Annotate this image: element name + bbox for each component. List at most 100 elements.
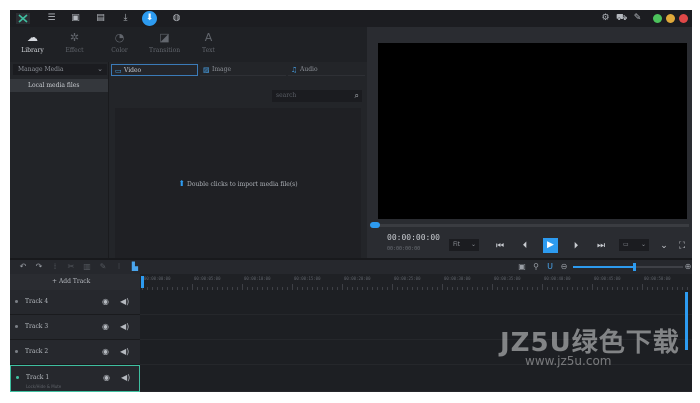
- search-placeholder: search: [276, 92, 297, 99]
- track-dot: [16, 376, 19, 379]
- undo-icon[interactable]: ↶: [18, 262, 28, 272]
- ruler-label: 00:00:45:00: [594, 276, 621, 281]
- ruler-label: 00:00:15:00: [294, 276, 321, 281]
- fullscreen-icon[interactable]: ⛶: [676, 240, 688, 252]
- track-lane-4[interactable]: [140, 290, 692, 315]
- upload-icon: ⬆: [178, 179, 186, 188]
- expand-icon[interactable]: ⌄: [658, 240, 670, 252]
- add-track-label: Add Track: [58, 278, 91, 285]
- add-track-button[interactable]: + Add Track: [52, 278, 90, 285]
- tab-effect[interactable]: ✲ Effect: [52, 27, 97, 62]
- split-icon[interactable]: ⁞: [50, 262, 60, 272]
- zoom-in-icon[interactable]: ⊕: [683, 262, 692, 272]
- zoom-out-icon[interactable]: ⊖: [559, 262, 569, 272]
- progress-handle[interactable]: [370, 222, 380, 228]
- search-icon[interactable]: ⌕: [355, 90, 359, 102]
- timeline-zoom-slider[interactable]: [573, 263, 683, 271]
- skip-to-start-icon[interactable]: ⏮: [494, 240, 506, 252]
- video-icon: ▭: [115, 67, 122, 75]
- minimize-button[interactable]: [653, 14, 662, 23]
- track-header-4[interactable]: Track 4 ◉ ◀): [10, 290, 140, 315]
- skip-to-end-icon[interactable]: ⏭: [595, 240, 607, 252]
- marker-icon[interactable]: ⚲: [531, 262, 541, 272]
- speaker-icon[interactable]: ◀): [121, 373, 130, 382]
- track-dot: [15, 300, 18, 303]
- color-icon: ◔: [114, 31, 125, 44]
- tools-icon[interactable]: ✎: [632, 13, 643, 24]
- total-timecode: 00:00:00:00: [387, 246, 421, 252]
- media-tab-image[interactable]: ▨ Image: [200, 64, 286, 76]
- eye-icon[interactable]: ◉: [102, 322, 109, 331]
- edit-icon[interactable]: ✎: [98, 262, 108, 272]
- play-button[interactable]: ▶: [543, 238, 558, 253]
- delete-icon[interactable]: ▥: [82, 262, 92, 272]
- image-icon: ▨: [203, 66, 210, 74]
- playhead[interactable]: [141, 276, 144, 288]
- snap-icon[interactable]: ▙: [130, 262, 140, 272]
- tab-transition[interactable]: ◪ Transition: [142, 27, 187, 62]
- close-button[interactable]: [679, 14, 688, 23]
- eye-icon[interactable]: ◉: [102, 297, 109, 306]
- tab-effect-label: Effect: [65, 47, 84, 54]
- tab-text[interactable]: A Text: [186, 27, 231, 62]
- ruler-label: 00:00:50:00: [644, 276, 671, 281]
- track-dot: [15, 325, 18, 328]
- download-icon[interactable]: ⤓: [120, 13, 131, 24]
- zoom-slider-handle[interactable]: [632, 263, 636, 271]
- speaker-icon[interactable]: ◀): [120, 297, 129, 306]
- media-drop-area[interactable]: ⬆ Double clicks to import media file(s): [115, 108, 361, 258]
- music-icon: ♫: [291, 66, 298, 74]
- gear-icon[interactable]: ⚙: [600, 13, 611, 24]
- chevron-down-icon: ⌄: [470, 241, 476, 248]
- export-icon[interactable]: ⬇: [142, 11, 157, 26]
- ruler-label: 00:00:05:00: [194, 276, 221, 281]
- speaker-icon[interactable]: ◀): [120, 347, 129, 356]
- magnet-icon[interactable]: U: [545, 262, 555, 272]
- speaker-icon[interactable]: ◀): [120, 322, 129, 331]
- ruler-label: 00:00:20:00: [344, 276, 371, 281]
- ruler-label: 00:00:10:00: [244, 276, 271, 281]
- search-input[interactable]: search ⌕: [272, 90, 362, 102]
- playback-progress-bar[interactable]: [370, 222, 689, 228]
- step-forward-icon[interactable]: ⏵: [570, 240, 582, 252]
- eye-icon[interactable]: ◉: [102, 347, 109, 356]
- tab-text-label: Text: [202, 47, 215, 54]
- track-header-2[interactable]: Track 2 ◉ ◀): [10, 340, 140, 365]
- local-media-item[interactable]: Local media files: [10, 79, 108, 92]
- save-as-icon[interactable]: ▤: [95, 13, 106, 24]
- app-logo: [16, 13, 30, 24]
- step-back-icon[interactable]: ⏴: [519, 240, 531, 252]
- crop-icon[interactable]: ⁝: [114, 262, 124, 272]
- manage-media-dropdown[interactable]: Manage Media ⌄: [13, 64, 107, 75]
- timeline-scrollbar[interactable]: [685, 292, 688, 350]
- fit-dropdown[interactable]: Fit ⌄: [449, 239, 479, 251]
- media-tab-audio[interactable]: ♫ Audio: [288, 64, 365, 76]
- add-track-area: + Add Track: [10, 274, 140, 290]
- globe-icon[interactable]: ◍: [171, 13, 182, 24]
- cart-icon[interactable]: ⛟: [616, 13, 627, 24]
- save-icon[interactable]: ▣: [70, 13, 81, 24]
- redo-icon[interactable]: ↷: [34, 262, 44, 272]
- cut-icon[interactable]: ✂: [66, 262, 76, 272]
- tab-library[interactable]: ☁ Library: [10, 27, 55, 62]
- track-header-3[interactable]: Track 3 ◉ ◀): [10, 315, 140, 340]
- screenshot-icon[interactable]: ▣: [517, 262, 527, 272]
- media-tab-image-label: Image: [212, 66, 232, 73]
- video-preview: [378, 43, 687, 219]
- media-category-list: [10, 92, 108, 258]
- track-header-1[interactable]: Track 1 ◉ ◀) Lock/Hide & Mute: [10, 365, 140, 392]
- list-icon[interactable]: ☰: [46, 13, 57, 24]
- tab-color-label: Color: [111, 47, 128, 54]
- eye-icon[interactable]: ◉: [103, 373, 110, 382]
- track-lane-1[interactable]: [140, 365, 692, 392]
- timeline-ruler[interactable]: 00:00:00:00 00:00:05:00 00:00:10:00 00:00:1…: [140, 274, 692, 290]
- tab-color[interactable]: ◔ Color: [97, 27, 142, 62]
- quality-dropdown[interactable]: ▭ ⌄: [619, 239, 649, 251]
- ruler-label: 00:00:40:00: [544, 276, 571, 281]
- library-panel: ☁ Library ✲ Effect ◔ Color ◪ Transition …: [10, 27, 367, 258]
- track-subtext: Lock/Hide & Mute: [26, 384, 62, 389]
- top-menu-bar: ☰ ▣ ▤ ⤓ ⬇ ◍ ⚙ ⛟ ✎: [10, 10, 692, 27]
- media-tab-audio-label: Audio: [300, 66, 318, 73]
- maximize-button[interactable]: [666, 14, 675, 23]
- media-tab-video[interactable]: ▭ Video: [111, 64, 198, 76]
